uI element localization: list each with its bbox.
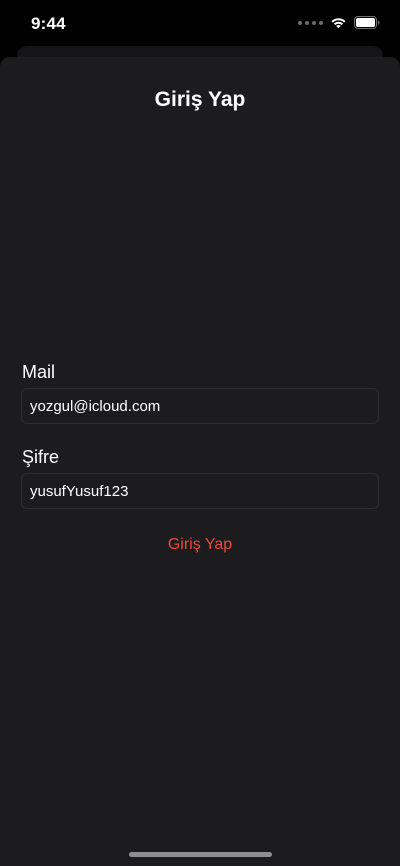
password-field[interactable] (21, 473, 379, 509)
battery-icon (354, 16, 380, 29)
home-indicator[interactable] (129, 852, 272, 857)
login-button[interactable]: Giriş Yap (0, 536, 400, 554)
password-label: Şifre (22, 447, 60, 467)
signal-dots-icon (298, 20, 323, 25)
app-screen: 9:44 Giriş Yap Mail Şifre Giriş Yap (0, 0, 400, 866)
status-time: 9:44 (31, 14, 66, 33)
mail-label: Mail (22, 362, 56, 382)
mail-field[interactable] (21, 388, 379, 424)
login-sheet (0, 57, 400, 866)
status-bar: 9:44 (0, 0, 400, 46)
wifi-icon (331, 18, 346, 29)
page-title: Giriş Yap (154, 88, 246, 111)
status-icons (298, 16, 380, 29)
